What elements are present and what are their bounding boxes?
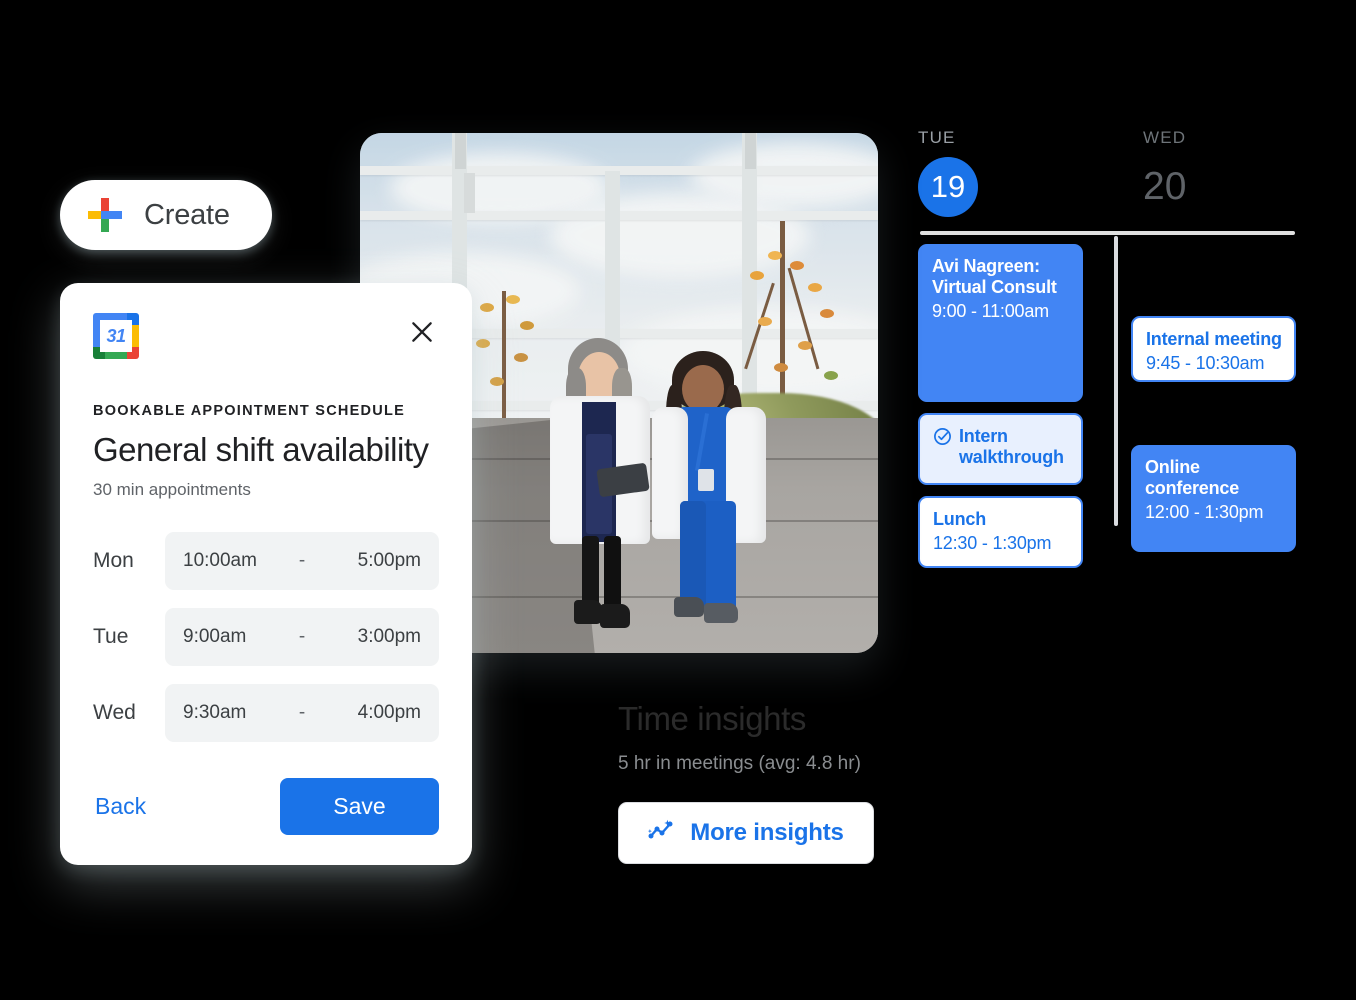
day-number-selected[interactable]: 19 — [918, 157, 978, 217]
calendar-day-header-wed[interactable]: WED 20 — [1143, 128, 1203, 217]
availability-row-tue: Tue 9:00am - 3:00pm — [93, 608, 439, 666]
event-time: 9:45 - 10:30am — [1146, 353, 1265, 374]
event-card[interactable]: Avi Nagreen: Virtual Consult 9:00 - 11:0… — [918, 244, 1083, 402]
person-right — [650, 351, 770, 643]
day-of-week-label: WED — [1143, 128, 1187, 147]
event-time: 12:00 - 1:30pm — [1145, 502, 1264, 523]
check-circle-icon — [933, 427, 952, 451]
calendar-header-divider — [920, 231, 1295, 235]
availability-rows: Mon 10:00am - 5:00pm Tue 9:00am - 3:00pm… — [93, 532, 439, 742]
day-label: Mon — [93, 549, 134, 572]
range-dash: - — [298, 626, 306, 647]
event-title: Internal meeting — [1146, 329, 1282, 349]
event-time: 12:30 - 1:30pm — [933, 533, 1052, 554]
page-title: General shift availability — [93, 431, 429, 468]
end-time[interactable]: 5:00pm — [322, 550, 421, 572]
start-time[interactable]: 9:00am — [183, 626, 282, 648]
time-range-field-wed[interactable]: 9:30am - 4:00pm — [165, 684, 439, 742]
calendar-icon-day: 31 — [100, 320, 132, 352]
dialog-header: 31 — [93, 313, 439, 359]
day-label: Wed — [93, 701, 136, 724]
end-time[interactable]: 3:00pm — [322, 626, 421, 648]
start-time[interactable]: 9:30am — [183, 702, 282, 724]
appointment-schedule-dialog: 31 BOOKABLE APPOINTMENT SCHEDULE General… — [60, 283, 472, 865]
save-button[interactable]: Save — [280, 778, 439, 835]
more-insights-label: More insights — [690, 819, 844, 846]
range-dash: - — [298, 702, 306, 723]
dialog-actions: Back Save — [93, 778, 439, 835]
google-calendar-icon: 31 — [93, 313, 139, 359]
event-title: Intern walkthrough — [959, 426, 1064, 468]
calendar-day-headers: TUE 19 WED 20 — [918, 128, 1308, 526]
close-icon[interactable] — [405, 315, 439, 349]
event-title: Avi Nagreen: Virtual Consult — [932, 256, 1057, 298]
event-card[interactable]: Intern walkthrough — [918, 413, 1083, 485]
event-title: Lunch — [933, 509, 986, 529]
calendar-events: Avi Nagreen: Virtual Consult 9:00 - 11:0… — [918, 244, 1308, 604]
calendar-day-header-tue[interactable]: TUE 19 — [918, 128, 978, 217]
event-title: Online conference — [1145, 457, 1240, 499]
screenshot-root: Create 31 BOOKABLE APPOINTMENT SCHEDULE … — [0, 0, 1356, 1000]
range-dash: - — [298, 550, 306, 571]
calendar-column-tue: Avi Nagreen: Virtual Consult 9:00 - 11:0… — [918, 244, 1083, 579]
time-insights-panel: Time insights 5 hr in meetings (avg: 4.8… — [618, 700, 948, 864]
more-insights-button[interactable]: More insights — [618, 802, 874, 864]
time-range-field-tue[interactable]: 9:00am - 3:00pm — [165, 608, 439, 666]
event-time: 9:00 - 11:00am — [932, 301, 1049, 322]
event-card[interactable]: Online conference 12:00 - 1:30pm — [1131, 445, 1296, 552]
dialog-subtitle: 30 min appointments — [93, 480, 251, 499]
end-time[interactable]: 4:00pm — [322, 702, 421, 724]
calendar-panel: TUE 19 WED 20 Avi Nagreen: Virtual Consu… — [918, 128, 1308, 604]
event-card[interactable]: Lunch 12:30 - 1:30pm — [918, 496, 1083, 568]
availability-row-wed: Wed 9:30am - 4:00pm — [93, 684, 439, 742]
dialog-eyebrow: BOOKABLE APPOINTMENT SCHEDULE — [93, 403, 406, 419]
event-card[interactable]: Internal meeting 9:45 - 10:30am — [1131, 316, 1296, 382]
time-insights-summary: 5 hr in meetings (avg: 4.8 hr) — [618, 753, 861, 774]
day-label: Tue — [93, 625, 129, 648]
person-left — [542, 338, 660, 638]
time-range-field-mon[interactable]: 10:00am - 5:00pm — [165, 532, 439, 590]
availability-row-mon: Mon 10:00am - 5:00pm — [93, 532, 439, 590]
time-insights-title: Time insights — [618, 700, 806, 737]
insights-chart-icon — [648, 819, 676, 848]
create-button[interactable]: Create — [60, 180, 272, 250]
day-number[interactable]: 20 — [1143, 157, 1203, 217]
start-time[interactable]: 10:00am — [183, 550, 282, 572]
google-plus-icon — [88, 198, 122, 232]
calendar-column-wed: Internal meeting 9:45 - 10:30am Online c… — [1131, 244, 1296, 563]
day-of-week-label: TUE — [918, 128, 956, 147]
back-button[interactable]: Back — [93, 787, 148, 826]
create-button-label: Create — [144, 198, 230, 231]
